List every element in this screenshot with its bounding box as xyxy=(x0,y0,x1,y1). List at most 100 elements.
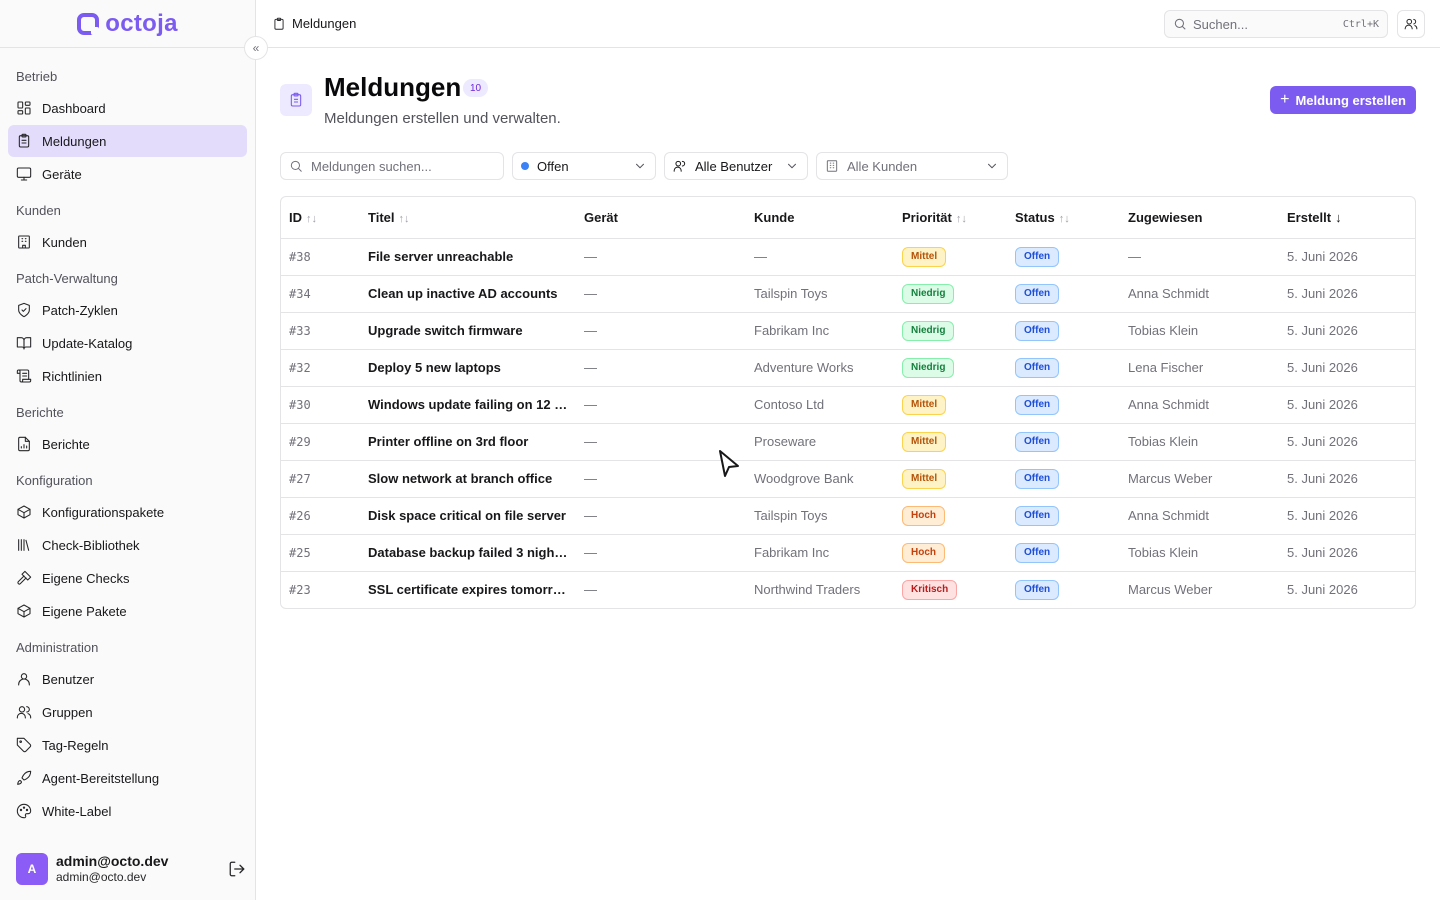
status-badge: Offen xyxy=(1015,283,1060,304)
status-badge: Offen xyxy=(1015,468,1060,489)
table-row[interactable]: #38 File server unreachable — — Mittel Offen —… xyxy=(281,238,1415,276)
customer-filter-select[interactable]: Alle Kunden xyxy=(816,152,1008,180)
sidebar-item-geräte[interactable]: Geräte xyxy=(8,158,247,190)
sidebar-item-eigene-checks[interactable]: Eigene Checks xyxy=(8,562,247,594)
cell-priority: Hoch xyxy=(894,534,1007,572)
column-header-assignee: Zugewiesen xyxy=(1120,197,1279,239)
cell-created: 5. Juni 2026 xyxy=(1279,386,1415,424)
cell-id: #26 xyxy=(281,497,360,535)
brand-name: octoja xyxy=(105,9,178,37)
sidebar-item-label: White-Label xyxy=(42,803,112,819)
cell-device: — xyxy=(576,275,746,313)
status-badge: Offen xyxy=(1015,505,1060,526)
sidebar-item-berichte[interactable]: Berichte xyxy=(8,428,247,460)
column-header-title[interactable]: Titel ↑↓ xyxy=(360,197,576,239)
nav-group-label: Berichte xyxy=(16,404,64,420)
topbar: Meldungen Suchen... Ctrl+K xyxy=(256,0,1440,48)
table-row[interactable]: #26 Disk space critical on file server — Ta… xyxy=(281,497,1415,535)
search-icon xyxy=(1174,18,1186,30)
cell-assignee: Anna Schmidt xyxy=(1120,386,1279,424)
sidebar-item-label: Berichte xyxy=(42,436,90,452)
column-header-id[interactable]: ID ↑↓ xyxy=(281,197,360,239)
cell-status: Offen xyxy=(1007,497,1120,535)
global-search-placeholder: Suchen... xyxy=(1193,16,1248,32)
cell-assignee: Tobias Klein xyxy=(1120,312,1279,350)
nav-group-label: Administration xyxy=(16,639,99,655)
status-filter-value: Offen xyxy=(537,158,569,174)
users-icon xyxy=(16,704,32,720)
sidebar-item-tag-regeln[interactable]: Tag-Regeln xyxy=(8,729,247,761)
user-filter-value: Alle Benutzer xyxy=(695,158,773,174)
ticket-search-input[interactable]: Meldungen suchen... xyxy=(280,152,504,180)
account-button[interactable] xyxy=(1397,10,1425,38)
sidebar-item-gruppen[interactable]: Gruppen xyxy=(8,696,247,728)
cell-assignee: Lena Fischer xyxy=(1120,349,1279,387)
cell-customer: Fabrikam Inc xyxy=(746,312,894,350)
cell-title: Printer offline on 3rd floor xyxy=(360,423,576,461)
clipboard-icon xyxy=(280,84,312,116)
user-name: admin@octo.dev xyxy=(56,853,169,869)
collapse-sidebar-button[interactable]: « xyxy=(244,36,268,60)
column-header-created[interactable]: Erstellt ↓ xyxy=(1279,197,1415,239)
table-row[interactable]: #25 Database backup failed 3 nights ... — F… xyxy=(281,534,1415,572)
column-header-customer: Kunde xyxy=(746,197,894,239)
table-row[interactable]: #29 Printer offline on 3rd floor — Prosewar… xyxy=(281,423,1415,461)
cell-id: #27 xyxy=(281,460,360,498)
chevrons-left-icon: « xyxy=(252,41,260,55)
global-search[interactable]: Suchen... Ctrl+K xyxy=(1164,10,1388,38)
nav-group-label: Betrieb xyxy=(16,68,58,84)
cell-title: Upgrade switch firmware xyxy=(360,312,576,350)
status-filter-select[interactable]: Offen xyxy=(512,152,656,180)
sidebar-item-richtlinien[interactable]: Richtlinien xyxy=(8,360,247,392)
cell-customer: Fabrikam Inc xyxy=(746,534,894,572)
page-header: Meldungen 10 Meldungen erstellen und ver… xyxy=(280,48,1416,148)
clipboard-icon xyxy=(274,17,284,30)
cell-title: Database backup failed 3 nights ... xyxy=(360,534,576,572)
sidebar-item-update-katalog[interactable]: Update-Katalog xyxy=(8,327,247,359)
cell-id: #29 xyxy=(281,423,360,461)
cell-customer: Woodgrove Bank xyxy=(746,460,894,498)
sidebar-item-white-label[interactable]: White-Label xyxy=(8,795,247,827)
cell-id: #30 xyxy=(281,386,360,424)
cell-priority: Mittel xyxy=(894,423,1007,461)
logout-icon[interactable] xyxy=(228,860,246,878)
create-ticket-button[interactable]: + Meldung erstellen xyxy=(1270,86,1416,114)
priority-badge: Mittel xyxy=(902,468,947,489)
user-filter-select[interactable]: Alle Benutzer xyxy=(664,152,808,180)
table-row[interactable]: #30 Windows update failing on 12 ma... — Co… xyxy=(281,386,1415,424)
priority-badge: Mittel xyxy=(902,246,947,267)
sidebar-item-agent-bereitstellung[interactable]: Agent-Bereitstellung xyxy=(8,762,247,794)
chevron-down-icon xyxy=(788,163,796,169)
sidebar-item-label: Gruppen xyxy=(42,704,93,720)
cell-device: — xyxy=(576,534,746,572)
column-header-priority[interactable]: Priorität ↑↓ xyxy=(894,197,1007,239)
table-row[interactable]: #33 Upgrade switch firmware — Fabrikam Inc N… xyxy=(281,312,1415,350)
priority-badge: Hoch xyxy=(902,542,945,563)
sidebar-item-meldungen[interactable]: Meldungen xyxy=(8,125,247,157)
user-profile[interactable]: A admin@octo.dev admin@octo.dev xyxy=(16,852,246,886)
tag-icon xyxy=(16,737,32,753)
table-row[interactable]: #27 Slow network at branch office — Woodgro… xyxy=(281,460,1415,498)
sidebar-item-kunden[interactable]: Kunden xyxy=(8,226,247,258)
sidebar-item-label: Check-Bibliothek xyxy=(42,537,140,553)
sidebar-item-konfigurationspakete[interactable]: Konfigurationspakete xyxy=(8,496,247,528)
sidebar-item-benutzer[interactable]: Benutzer xyxy=(8,663,247,695)
sort-icon: ↑↓ xyxy=(306,212,317,225)
table-row[interactable]: #32 Deploy 5 new laptops — Adventure Works N… xyxy=(281,349,1415,387)
customer-filter-value: Alle Kunden xyxy=(847,158,918,174)
sidebar-item-eigene-pakete[interactable]: Eigene Pakete xyxy=(8,595,247,627)
sidebar-item-label: Dashboard xyxy=(42,100,106,116)
status-badge: Offen xyxy=(1015,394,1060,415)
status-badge: Offen xyxy=(1015,579,1060,600)
sidebar-item-dashboard[interactable]: Dashboard xyxy=(8,92,247,124)
sidebar-item-patch-zyklen[interactable]: Patch-Zyklen xyxy=(8,294,247,326)
sidebar-item-check-bibliothek[interactable]: Check-Bibliothek xyxy=(8,529,247,561)
column-header-status[interactable]: Status ↑↓ xyxy=(1007,197,1120,239)
search-icon xyxy=(290,160,302,172)
table-row[interactable]: #23 SSL certificate expires tomorrow — Nort… xyxy=(281,571,1415,608)
table-row[interactable]: #34 Clean up inactive AD accounts — Tailspi… xyxy=(281,275,1415,313)
brand-logo[interactable]: octoja xyxy=(0,0,255,48)
cell-priority: Mittel xyxy=(894,386,1007,424)
priority-badge: Mittel xyxy=(902,431,947,452)
cell-assignee: Tobias Klein xyxy=(1120,534,1279,572)
